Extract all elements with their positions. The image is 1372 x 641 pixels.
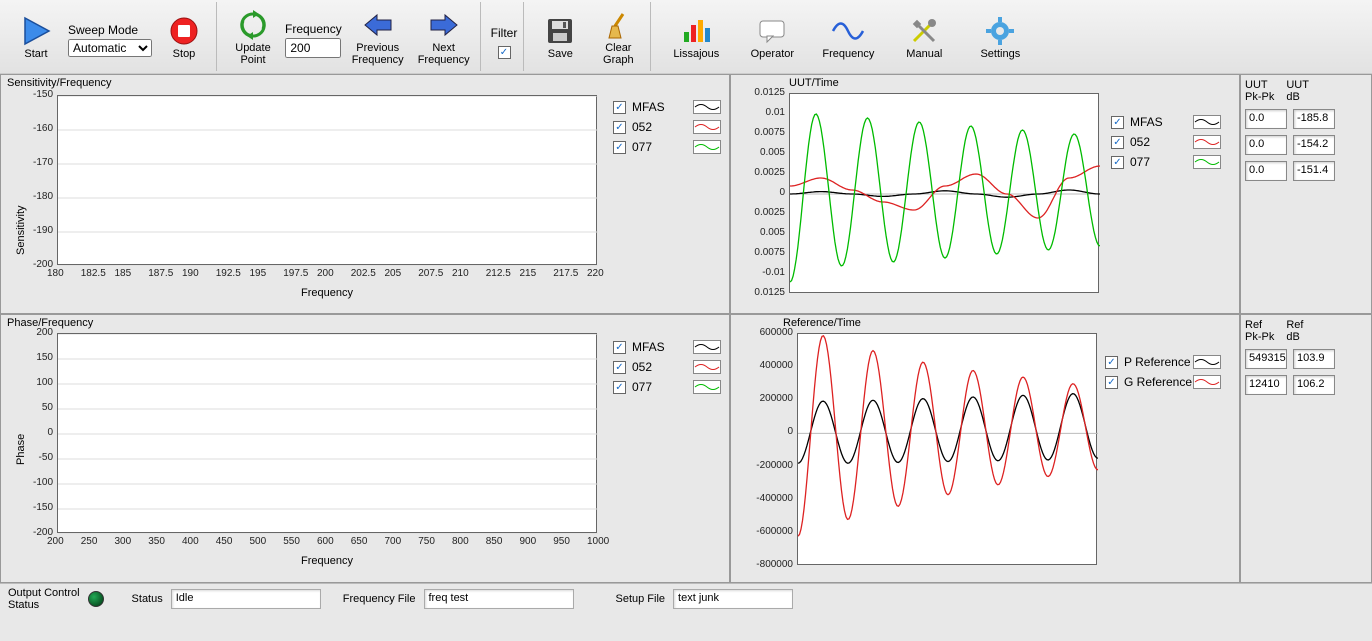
play-icon (19, 14, 53, 48)
manual-button[interactable]: Manual (889, 5, 959, 69)
main-grid: Sensitivity/Frequency Sensitivity Freque… (0, 74, 1372, 583)
operator-button[interactable]: Operator (737, 5, 807, 69)
status-bar: Output Control Status Status Idle Freque… (0, 583, 1372, 613)
uut-check-mfas[interactable]: ✓ (1111, 116, 1124, 129)
tools-icon (909, 14, 939, 48)
frequency-label: Frequency (285, 22, 342, 36)
panel-uut-time: UUT/Time ✓MFAS ✓052 ✓077 0.01250.010.007… (730, 74, 1240, 314)
speech-icon (757, 14, 787, 48)
legend-sensitivity: ✓MFAS ✓052 ✓077 (613, 100, 665, 154)
uut-pkpk-0: 0.0 (1245, 109, 1287, 129)
save-button[interactable]: Save (534, 5, 586, 69)
setup-file-label: Setup File (616, 593, 666, 605)
arrow-right-icon (429, 8, 459, 42)
ref-db-0: 103.9 (1293, 349, 1335, 369)
phase-check-052[interactable]: ✓ (613, 361, 626, 374)
gear-icon (985, 14, 1015, 48)
freq-file-label: Frequency File (343, 593, 416, 605)
swatch-077 (693, 140, 721, 154)
setup-file-value: text junk (673, 589, 793, 609)
uut-db-0: -185.8 (1293, 109, 1335, 129)
freq-file-value: freq test (424, 589, 574, 609)
clear-graph-button[interactable]: Clear Graph (592, 5, 644, 69)
ref-check-g[interactable]: ✓ (1105, 376, 1118, 389)
side-ref: Ref Pk-Pk Ref dB 549315103.9 12410106.2 (1240, 314, 1372, 583)
update-point-button[interactable]: Update Point (227, 5, 279, 69)
legend-check-052[interactable]: ✓ (613, 121, 626, 134)
sine-icon (831, 14, 865, 48)
phase-check-077[interactable]: ✓ (613, 381, 626, 394)
uut-check-052[interactable]: ✓ (1111, 136, 1124, 149)
uut-db-1: -154.2 (1293, 135, 1335, 155)
refresh-icon (237, 8, 269, 42)
stop-button[interactable]: Stop (158, 5, 210, 69)
chart-reference (797, 333, 1097, 565)
side-uut: UUT Pk-Pk UUT dB 0.0-185.8 0.0-154.2 0.0… (1240, 74, 1372, 314)
status-label: Status (132, 593, 163, 605)
uut-check-077[interactable]: ✓ (1111, 156, 1124, 169)
next-frequency-button[interactable]: Next Frequency (414, 5, 474, 69)
settings-button[interactable]: Settings (965, 5, 1035, 69)
phase-check-mfas[interactable]: ✓ (613, 341, 626, 354)
swatch-mfas (693, 100, 721, 114)
frequency-button[interactable]: Frequency (813, 5, 883, 69)
lissajous-button[interactable]: Lissajous (661, 5, 731, 69)
output-control-led (88, 591, 104, 607)
status-value: Idle (171, 589, 321, 609)
chart-sensitivity (57, 95, 597, 265)
save-icon (545, 14, 575, 48)
sweep-mode-label: Sweep Mode (68, 23, 138, 37)
arrow-left-icon (363, 8, 393, 42)
legend-check-mfas[interactable]: ✓ (613, 101, 626, 114)
uut-pkpk-2: 0.0 (1245, 161, 1287, 181)
chart-phase (57, 333, 597, 533)
panel-phase-frequency: Phase/Frequency Phase Frequency ✓MFAS ✓0… (0, 314, 730, 583)
stop-icon (169, 14, 199, 48)
start-button[interactable]: Start (10, 5, 62, 69)
prev-frequency-button[interactable]: Previous Frequency (348, 5, 408, 69)
toolbar: Start Sweep Mode Automatic Stop Update P… (0, 0, 1372, 74)
bars-icon (681, 14, 711, 48)
panel-reference-time: Reference/Time ✓P Reference ✓G Reference… (730, 314, 1240, 583)
swatch-052 (693, 120, 721, 134)
uut-db-2: -151.4 (1293, 161, 1335, 181)
frequency-input[interactable] (285, 38, 341, 58)
filter-label: Filter (491, 26, 518, 40)
legend-check-077[interactable]: ✓ (613, 141, 626, 154)
filter-checkbox[interactable]: ✓ (498, 46, 511, 59)
sweep-mode-select[interactable]: Automatic (68, 39, 152, 57)
chart-uut (789, 93, 1099, 293)
uut-pkpk-1: 0.0 (1245, 135, 1287, 155)
panel-sensitivity-frequency: Sensitivity/Frequency Sensitivity Freque… (0, 74, 730, 314)
ref-db-1: 106.2 (1293, 375, 1335, 395)
broom-icon (603, 8, 633, 42)
ref-pkpk-0: 549315 (1245, 349, 1287, 369)
ref-check-p[interactable]: ✓ (1105, 356, 1118, 369)
output-control-label: Output Control Status (8, 587, 80, 611)
ref-pkpk-1: 12410 (1245, 375, 1287, 395)
